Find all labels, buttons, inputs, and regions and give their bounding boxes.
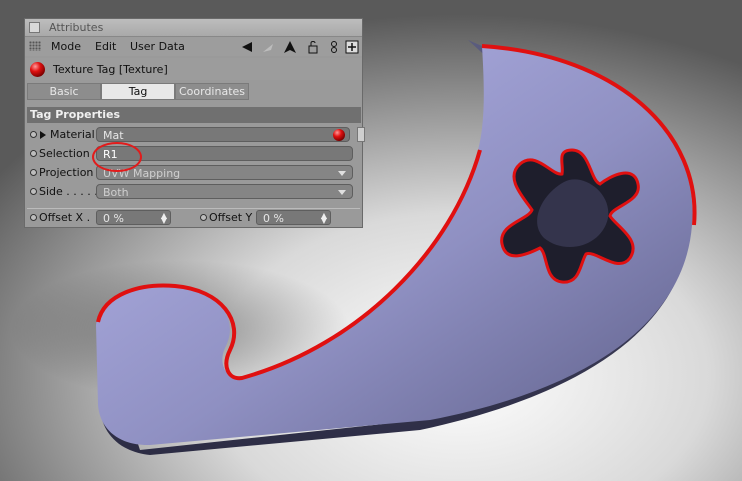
tab-tag[interactable]: Tag — [101, 83, 175, 100]
stepper-arrows-icon[interactable]: ▲ ▼ — [321, 212, 327, 225]
material-ball-icon — [30, 62, 45, 77]
offset-y-input[interactable]: 0 % ▲ ▼ — [256, 210, 331, 225]
attributes-panel: Attributes Mode Edit User Data Texture T… — [24, 18, 365, 228]
tab-basic[interactable]: Basic — [27, 83, 101, 100]
stepper-arrows-icon[interactable]: ▲ ▼ — [161, 212, 167, 225]
offset-y-label: Offset Y — [209, 211, 253, 224]
keyframe-dot-icon[interactable] — [30, 131, 37, 138]
tab-bar: Basic Tag Coordinates — [27, 83, 362, 100]
selection-label: Selection — [39, 147, 90, 160]
material-link-button[interactable] — [357, 127, 365, 142]
offset-y-value: 0 % — [263, 212, 284, 225]
material-preview-icon — [333, 129, 345, 141]
expand-triangle-icon[interactable] — [40, 131, 46, 139]
tag-title: Texture Tag [Texture] — [53, 63, 168, 76]
chevron-down-icon — [338, 171, 346, 176]
row-projection: Projection UVW Mapping — [25, 164, 362, 182]
side-dropdown[interactable]: Both — [96, 184, 353, 199]
offset-x-input[interactable]: 0 % ▲ ▼ — [96, 210, 171, 225]
keyframe-dot-icon[interactable] — [200, 214, 207, 221]
close-box-icon[interactable] — [29, 22, 40, 33]
keyframe-dot-icon[interactable] — [30, 169, 37, 176]
menu-mode[interactable]: Mode — [51, 40, 81, 53]
up-arrow-icon[interactable] — [283, 40, 297, 54]
settings-nodes-icon[interactable] — [327, 40, 341, 54]
row-offset: Offset X . 0 % ▲ ▼ Offset Y 0 % ▲ ▼ — [25, 209, 362, 227]
offset-x-value: 0 % — [103, 212, 124, 225]
menubar: Mode Edit User Data — [25, 37, 362, 56]
menu-edit[interactable]: Edit — [95, 40, 116, 53]
lock-icon[interactable] — [306, 40, 320, 54]
menu-user-data[interactable]: User Data — [130, 40, 185, 53]
window-title: Attributes — [49, 21, 104, 34]
titlebar: Attributes — [25, 19, 362, 37]
section-title: Tag Properties — [27, 107, 361, 123]
new-panel-icon[interactable] — [345, 40, 359, 54]
keyframe-dot-icon[interactable] — [30, 150, 37, 157]
grip-icon[interactable] — [29, 41, 41, 51]
keyframe-dot-icon[interactable] — [30, 188, 37, 195]
tab-coordinates[interactable]: Coordinates — [175, 83, 249, 100]
chevron-down-icon — [338, 190, 346, 195]
selection-highlight-ring — [92, 142, 142, 172]
offset-x-label: Offset X . — [39, 211, 91, 224]
row-side: Side . . . . . Both — [25, 183, 362, 201]
projection-label: Projection — [39, 166, 94, 179]
material-label: Material — [50, 128, 95, 141]
back-arrow-icon[interactable] — [240, 40, 254, 54]
side-label: Side . . . . . — [39, 185, 98, 198]
tag-header: Texture Tag [Texture] — [25, 58, 362, 80]
row-selection: Selection R1 — [25, 145, 362, 163]
keyframe-dot-icon[interactable] — [30, 214, 37, 221]
forward-arrow-icon[interactable] — [261, 40, 275, 54]
material-field[interactable]: Mat — [96, 127, 350, 142]
row-material: Material Mat — [25, 126, 365, 144]
side-value: Both — [103, 186, 129, 199]
material-value: Mat — [103, 129, 124, 142]
